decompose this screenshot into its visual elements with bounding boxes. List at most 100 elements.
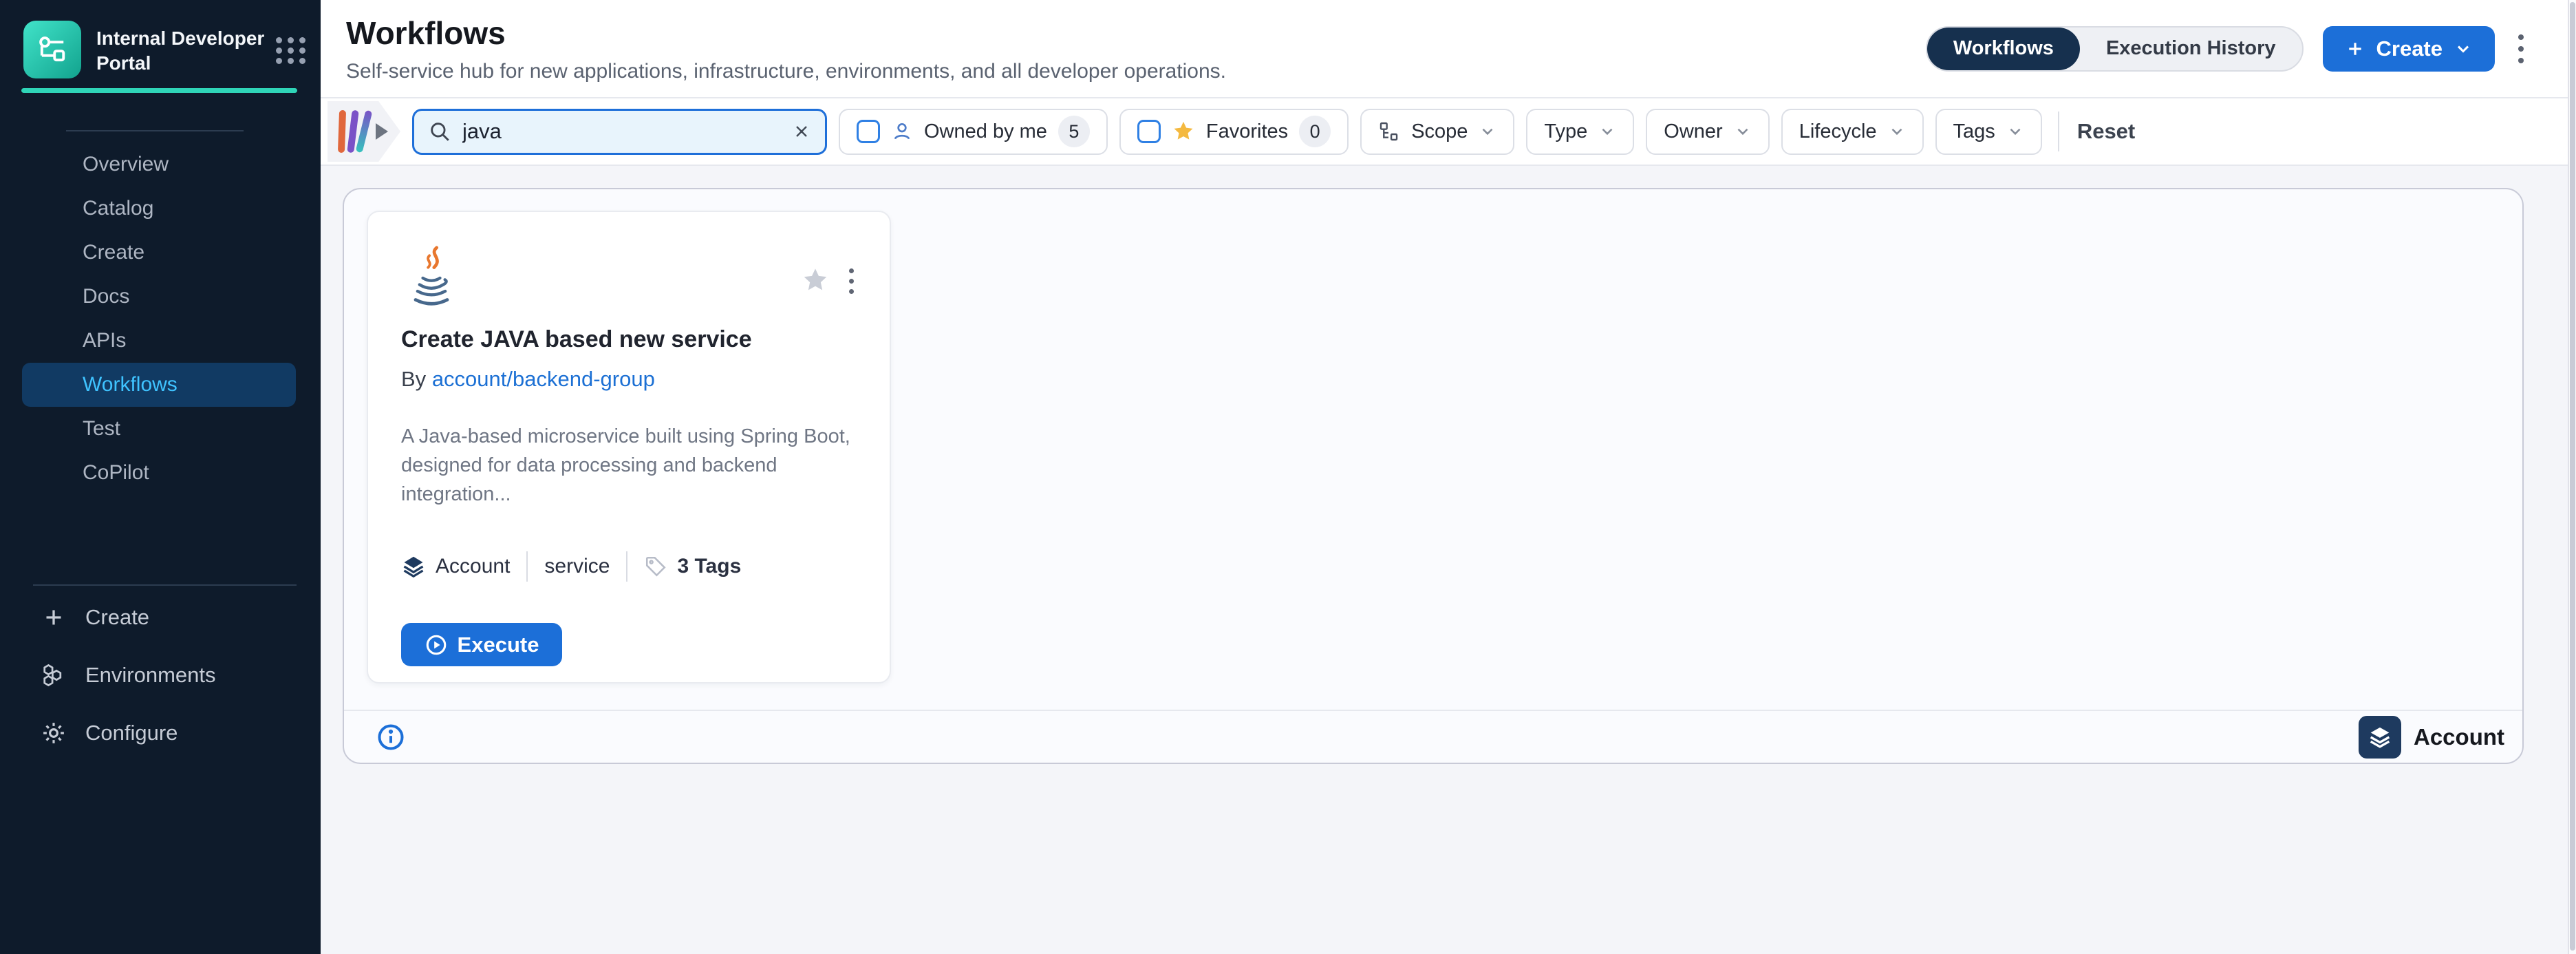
dropdown-label: Tags (1953, 120, 1995, 143)
chevron-down-icon (1479, 123, 1496, 140)
sidebar-nav: Overview Catalog Create Docs APIs Workfl… (0, 142, 321, 495)
scope-meta: Account (401, 554, 510, 579)
filter-type-dropdown[interactable]: Type (1526, 109, 1634, 155)
dropdown-label: Type (1544, 120, 1587, 143)
scrollbar-thumb[interactable] (2570, 2, 2575, 951)
hexagons-icon (40, 662, 67, 688)
person-icon (891, 120, 913, 142)
page-header: Workflows Self-service hub for new appli… (321, 0, 2568, 98)
filter-tags-dropdown[interactable]: Tags (1935, 109, 2042, 155)
sidebar-divider (33, 584, 297, 586)
panel-footer: Account (344, 711, 2522, 763)
sidebar-item-overview[interactable]: Overview (22, 142, 296, 187)
sidebar-item-label: Environments (85, 663, 216, 688)
sidebar-item-catalog[interactable]: Catalog (22, 187, 296, 231)
sidebar-item-label: Configure (85, 721, 178, 745)
sidebar-item-workflows[interactable]: Workflows (22, 363, 296, 407)
layers-icon (2359, 716, 2401, 759)
sidebar-footer-nav: Create Environments (0, 584, 321, 759)
clear-search-icon[interactable] (792, 122, 811, 141)
execute-button-label: Execute (458, 633, 539, 657)
sidebar-item-configure[interactable]: Configure (0, 707, 321, 759)
dropdown-label: Lifecycle (1799, 120, 1877, 143)
tab-workflows[interactable]: Workflows (1927, 28, 2080, 70)
scope-account-badge: Account (2359, 716, 2504, 759)
sidebar-item-create-bottom[interactable]: Create (0, 591, 321, 644)
sidebar-item-apis[interactable]: APIs (22, 319, 296, 363)
sidebar: Internal Developer Portal Overview Catal… (0, 0, 321, 954)
filter-owned-by-me[interactable]: Owned by me 5 (839, 109, 1108, 155)
expand-arrow-icon (376, 123, 388, 140)
sidebar-item-docs[interactable]: Docs (22, 275, 296, 319)
tags-count-label: 3 Tags (677, 555, 741, 578)
page-menu-kebab-icon[interactable] (2514, 30, 2528, 67)
owned-by-me-checkbox[interactable] (857, 120, 880, 143)
search-input[interactable] (461, 118, 782, 145)
tags-meta: 3 Tags (644, 555, 741, 578)
workflow-meta-row: Account service 3 Tags (401, 551, 857, 582)
sidebar-item-create[interactable]: Create (22, 231, 296, 275)
divider (626, 551, 627, 582)
workflow-owner-line: By account/backend-group (401, 367, 857, 392)
quick-filters-toggle[interactable] (328, 101, 400, 162)
plus-icon (2345, 39, 2365, 59)
owner-group-link[interactable]: account/backend-group (432, 367, 655, 391)
account-badge-label: Account (2414, 724, 2504, 750)
portal-logo-icon (23, 21, 81, 78)
filter-owner-dropdown[interactable]: Owner (1646, 109, 1769, 155)
chevron-down-icon (2454, 39, 2473, 59)
vertical-scrollbar[interactable] (2568, 0, 2576, 954)
page-title: Workflows (346, 14, 1226, 52)
reset-filters-button[interactable]: Reset (2077, 119, 2135, 144)
hierarchy-icon (1378, 120, 1400, 142)
sidebar-item-label: Create (85, 605, 149, 630)
content-area: Create JAVA based new service By account… (321, 166, 2568, 954)
filter-label: Favorites (1206, 120, 1288, 143)
sidebar-item-test[interactable]: Test (22, 407, 296, 451)
by-prefix: By (401, 367, 426, 391)
page-header-text: Workflows Self-service hub for new appli… (346, 14, 1226, 83)
sidebar-accent-bar (21, 88, 297, 93)
favorites-count: 0 (1299, 116, 1331, 147)
info-icon[interactable] (376, 722, 406, 752)
gear-icon (40, 720, 67, 746)
tab-execution-history[interactable]: Execution History (2080, 28, 2302, 70)
sidebar-item-copilot[interactable]: CoPilot (22, 451, 296, 495)
chevron-down-icon (1888, 123, 1906, 140)
chevron-down-icon (2006, 123, 2024, 140)
reset-wrap: Reset (2058, 112, 2135, 151)
create-button[interactable]: Create (2323, 26, 2496, 72)
header-controls: Workflows Execution History Create (1926, 26, 2528, 72)
dropdown-label: Owner (1664, 120, 1722, 143)
portal-title: Internal Developer Portal (96, 21, 276, 76)
favorites-checkbox[interactable] (1137, 120, 1161, 143)
plus-icon (40, 605, 67, 630)
java-logo-icon (407, 245, 456, 308)
owned-by-me-count: 5 (1058, 116, 1090, 147)
filter-lifecycle-dropdown[interactable]: Lifecycle (1781, 109, 1924, 155)
execute-button[interactable]: Execute (401, 623, 562, 666)
workflow-card: Create JAVA based new service By account… (367, 211, 891, 683)
filter-label: Owned by me (924, 120, 1047, 143)
filter-favorites[interactable]: Favorites 0 (1119, 109, 1349, 155)
workflow-title: Create JAVA based new service (401, 326, 857, 353)
sidebar-divider (66, 130, 244, 131)
tag-icon (644, 555, 667, 578)
filter-scope-dropdown[interactable]: Scope (1360, 109, 1514, 155)
chevron-down-icon (1598, 123, 1616, 140)
card-actions (801, 266, 857, 297)
play-circle-icon (425, 633, 448, 657)
app-grid-icon[interactable] (276, 37, 307, 64)
sidebar-logo-row: Internal Developer Portal (0, 0, 321, 78)
favorite-star-icon[interactable] (801, 266, 830, 295)
sidebar-item-environments[interactable]: Environments (0, 649, 321, 701)
view-toggle: Workflows Execution History (1926, 26, 2304, 72)
workflow-description: A Java-based microservice built using Sp… (401, 422, 858, 509)
search-icon (428, 120, 451, 143)
divider (2058, 112, 2059, 151)
main-area: Workflows Self-service hub for new appli… (321, 0, 2568, 954)
layers-icon (401, 554, 426, 579)
chevron-down-icon (1734, 123, 1752, 140)
card-menu-kebab-icon[interactable] (846, 266, 857, 297)
star-icon (1172, 120, 1195, 143)
